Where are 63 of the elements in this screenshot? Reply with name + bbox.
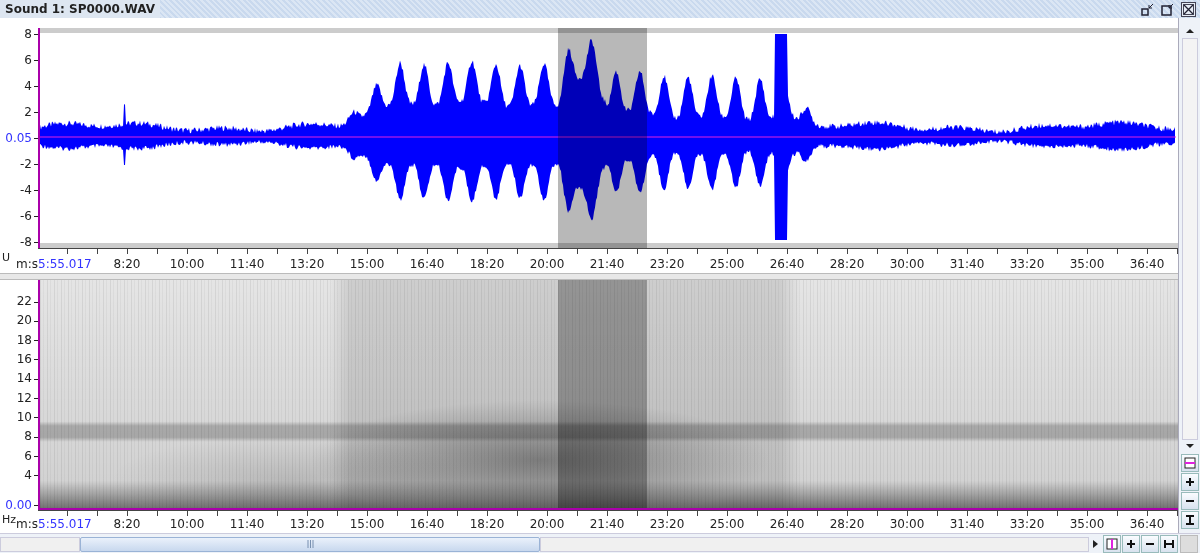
maximize-icon[interactable] [1161, 2, 1175, 16]
time-tick-label: 21:40 [588, 257, 626, 271]
time-tick-label: 36:40 [1128, 517, 1166, 531]
grip-icon [306, 540, 314, 548]
time-tick-label: 31:40 [948, 517, 986, 531]
time-tick-label: 11:40 [228, 257, 266, 271]
zoom-out-button[interactable] [1180, 492, 1199, 510]
time-tick-label: 20:00 [528, 257, 566, 271]
fit-width-icon [1164, 539, 1174, 549]
time-tick-label: 23:20 [648, 517, 686, 531]
time-tick-label: 25:00 [708, 517, 746, 531]
time-tick-label: 35:00 [1068, 517, 1106, 531]
window-title: Sound 1: SP0000.WAV [0, 0, 160, 18]
split-view-button[interactable] [1180, 454, 1199, 472]
split-view-icon [1106, 538, 1118, 550]
time-tick-label: 30:00 [888, 257, 926, 271]
time-tick-label: 13:20 [288, 257, 326, 271]
fit-width-button[interactable] [1160, 535, 1178, 553]
zoom-out-button[interactable] [1141, 535, 1159, 553]
time-tick-label: 33:20 [1008, 517, 1046, 531]
split-view-button[interactable] [1103, 535, 1121, 553]
time-tick-label: 28:20 [828, 517, 866, 531]
zoom-in-button[interactable] [1122, 535, 1140, 553]
time-tick-label: 8:20 [112, 257, 142, 271]
time-unit-label: m:s [16, 257, 38, 271]
time-tick-label: 33:20 [1008, 257, 1046, 271]
start-time-label: 5:55.017 [38, 517, 93, 531]
time-tick-label: 26:40 [768, 517, 806, 531]
time-tick-label: 21:40 [588, 517, 626, 531]
time-tick-label: 11:40 [228, 517, 266, 531]
time-tick-label: 23:20 [648, 257, 686, 271]
time-tick-label: 18:20 [468, 257, 506, 271]
time-tick-label: 15:00 [348, 517, 386, 531]
time-tick-label: 8:20 [112, 517, 142, 531]
time-tick-label: 16:40 [408, 257, 446, 271]
time-tick-label: 10:00 [168, 257, 206, 271]
time-tick-label: 18:20 [468, 517, 506, 531]
time-tick-label: 35:00 [1068, 257, 1106, 271]
time-unit-label: m:s [16, 517, 38, 531]
scrollbar-thumb[interactable] [80, 536, 540, 552]
time-tick-label: 30:00 [888, 517, 926, 531]
start-time-label: 5:55.017 [38, 257, 93, 271]
unit-label: Hz [2, 513, 17, 526]
restore-icon[interactable] [1141, 2, 1155, 16]
time-tick-label: 16:40 [408, 517, 446, 531]
time-tick-label: 10:00 [168, 517, 206, 531]
time-tick-label: 25:00 [708, 257, 746, 271]
time-tick-label: 26:40 [768, 257, 806, 271]
fit-height-button[interactable] [1180, 511, 1199, 529]
split-view-icon [1183, 457, 1196, 469]
plus-icon [1184, 477, 1195, 487]
time-tick-label: 31:40 [948, 257, 986, 271]
close-icon[interactable] [1181, 1, 1196, 17]
time-tick-label: 28:20 [828, 257, 866, 271]
time-tick-label: 15:00 [348, 257, 386, 271]
time-tick-label: 20:00 [528, 517, 566, 531]
scrollbar-track[interactable] [1181, 38, 1198, 440]
zoom-in-button[interactable] [1180, 473, 1199, 491]
time-tick-label: 36:40 [1128, 257, 1166, 271]
fit-height-icon [1184, 515, 1195, 525]
corner-box [1180, 535, 1198, 553]
time-tick-label: 13:20 [288, 517, 326, 531]
plus-icon [1126, 539, 1136, 549]
